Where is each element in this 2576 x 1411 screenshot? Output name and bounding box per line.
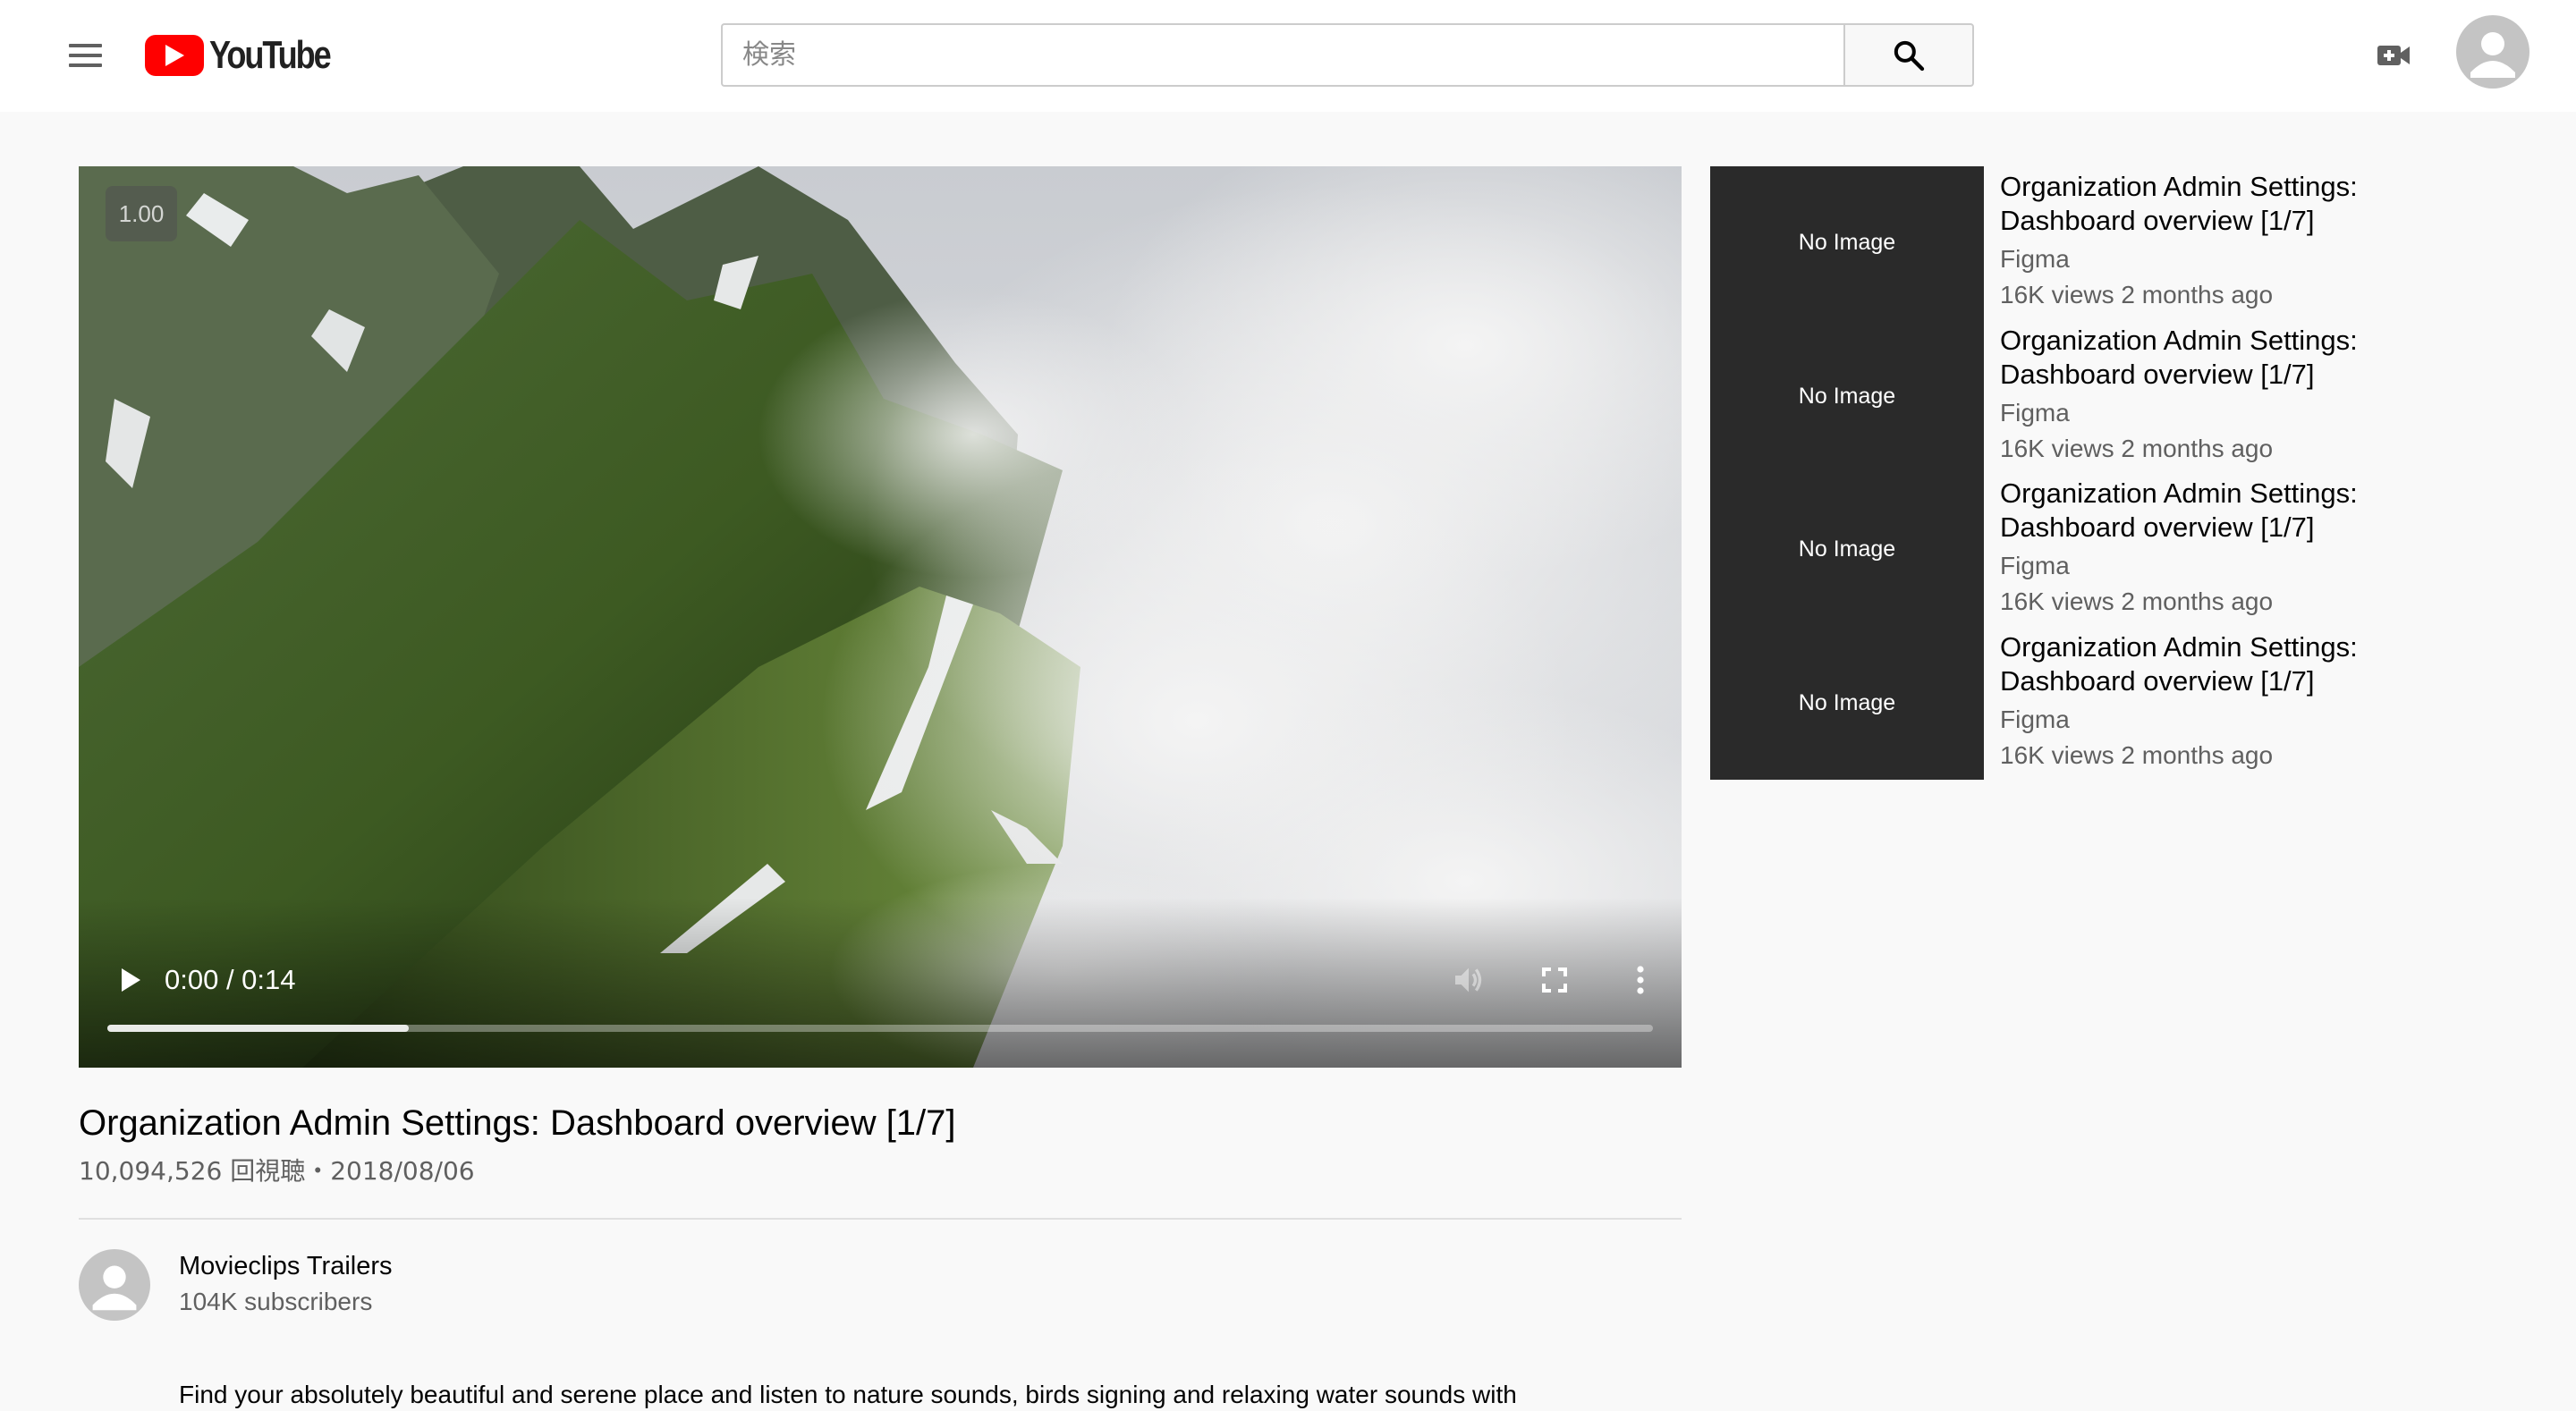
- play-button[interactable]: [111, 960, 150, 1000]
- related-video-channel: Figma: [2000, 552, 2070, 579]
- subscriber-count: 104K subscribers: [179, 1288, 373, 1315]
- hamburger-menu-icon[interactable]: [55, 34, 114, 77]
- related-video-item[interactable]: No Image Organization Admin Settings: Da…: [1710, 319, 2515, 473]
- youtube-logo[interactable]: YouTube: [145, 32, 356, 79]
- account-avatar-icon: [2470, 32, 2515, 78]
- play-icon: [122, 968, 140, 992]
- video-description: Find your absolutely beautiful and seren…: [179, 1381, 1517, 1408]
- related-video-meta: 16K views 2 months ago: [2000, 740, 2274, 769]
- related-video-channel: Figma: [2000, 398, 2070, 427]
- time-display: 0:00 / 0:14: [165, 964, 296, 995]
- fullscreen-icon: [1542, 967, 1567, 993]
- related-video-title: Organization Admin Settings: Dashboard o…: [2000, 324, 2358, 390]
- related-video-channel: Figma: [2000, 705, 2070, 733]
- more-vert-icon: [1637, 966, 1644, 994]
- channel-name[interactable]: Movieclips Trailers: [179, 1250, 393, 1282]
- playback-speed-badge: 1.00: [106, 186, 177, 241]
- video-player[interactable]: 1.00 0:00 / 0:14: [79, 166, 1682, 1068]
- video-thumbnail: No Image: [1710, 473, 1984, 627]
- related-videos-list: No Image Organization Admin Settings: Da…: [1710, 166, 2515, 780]
- video-thumbnail: No Image: [1710, 166, 1984, 320]
- seek-bar-buffered: [107, 1025, 409, 1032]
- related-video-item[interactable]: No Image Organization Admin Settings: Da…: [1710, 626, 2515, 780]
- search-button[interactable]: [1843, 23, 1974, 87]
- video-thumbnail: No Image: [1710, 319, 1984, 473]
- related-video-item[interactable]: No Image Organization Admin Settings: Da…: [1710, 166, 2515, 320]
- volume-icon: [1455, 967, 1482, 993]
- channel-avatar[interactable]: [79, 1249, 150, 1321]
- video-view-count-date: 10,094,526 回視聴・2018/08/06: [79, 1156, 475, 1186]
- masthead: YouTube: [0, 0, 2576, 112]
- related-video-meta: 16K views 2 months ago: [2000, 434, 2274, 462]
- volume-button[interactable]: [1447, 959, 1490, 1001]
- create-video-button[interactable]: [2370, 36, 2417, 75]
- account-avatar[interactable]: [2456, 15, 2529, 89]
- account-avatar-icon: [92, 1265, 137, 1311]
- seek-bar[interactable]: [107, 1025, 1653, 1032]
- controls-gradient: [79, 898, 1682, 1068]
- logo-text: YouTube: [209, 33, 332, 77]
- fullscreen-button[interactable]: [1533, 959, 1576, 1001]
- related-video-item[interactable]: No Image Organization Admin Settings: Da…: [1710, 473, 2515, 627]
- related-video-title: Organization Admin Settings: Dashboard o…: [2000, 477, 2358, 543]
- video-thumbnail: No Image: [1710, 626, 1984, 780]
- divider: [79, 1218, 1682, 1220]
- related-video-title: Organization Admin Settings: Dashboard o…: [2000, 630, 2358, 697]
- related-video-channel: Figma: [2000, 245, 2070, 273]
- search-icon: [1894, 40, 1925, 71]
- related-video-meta: 16K views 2 months ago: [2000, 587, 2274, 615]
- video-title: Organization Admin Settings: Dashboard o…: [79, 1103, 956, 1143]
- more-options-button[interactable]: [1619, 959, 1662, 1001]
- related-video-title: Organization Admin Settings: Dashboard o…: [2000, 171, 2358, 236]
- video-camera-icon: [2377, 46, 2410, 65]
- youtube-play-logo-icon: [145, 35, 204, 76]
- search-input[interactable]: [721, 23, 1843, 87]
- related-video-meta: 16K views 2 months ago: [2000, 281, 2274, 308]
